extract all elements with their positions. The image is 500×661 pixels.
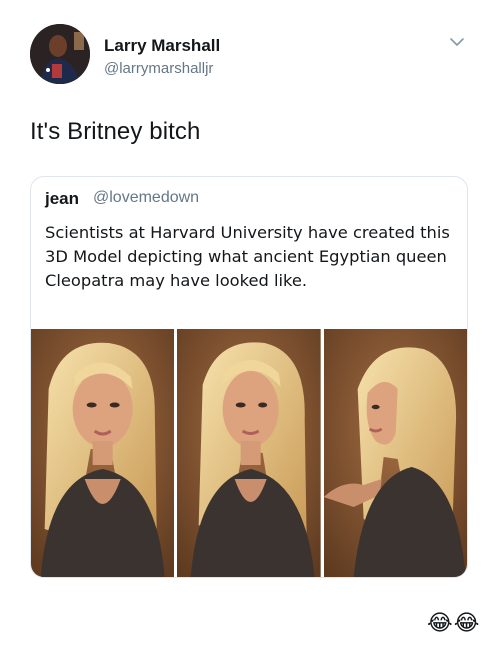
author-handle[interactable]: @larrymarshalljr <box>104 60 213 77</box>
reaction-emoji: 😂😂 <box>427 610 481 635</box>
media-panel-three-quarter-view[interactable] <box>177 329 321 577</box>
media-panel-side-view[interactable] <box>323 329 467 577</box>
chevron-down-icon[interactable] <box>449 34 465 50</box>
avatar-photo <box>30 24 90 84</box>
author-name[interactable]: Larry Marshall <box>104 36 220 56</box>
avatar[interactable] <box>30 24 90 84</box>
quoted-author-handle[interactable]: @lovemedown <box>93 189 199 207</box>
tweet-card: Larry Marshall @larrymarshalljr It's Bri… <box>0 0 500 661</box>
tweet-text: It's Britney bitch <box>30 118 201 145</box>
media-panel-front-view[interactable] <box>31 329 175 577</box>
quoted-author-name[interactable]: jean <box>45 189 79 209</box>
quoted-media[interactable] <box>31 329 467 577</box>
quoted-tweet[interactable]: jean @lovemedown Scientists at Harvard U… <box>30 176 468 578</box>
quoted-tweet-text: Scientists at Harvard University have cr… <box>45 223 450 290</box>
